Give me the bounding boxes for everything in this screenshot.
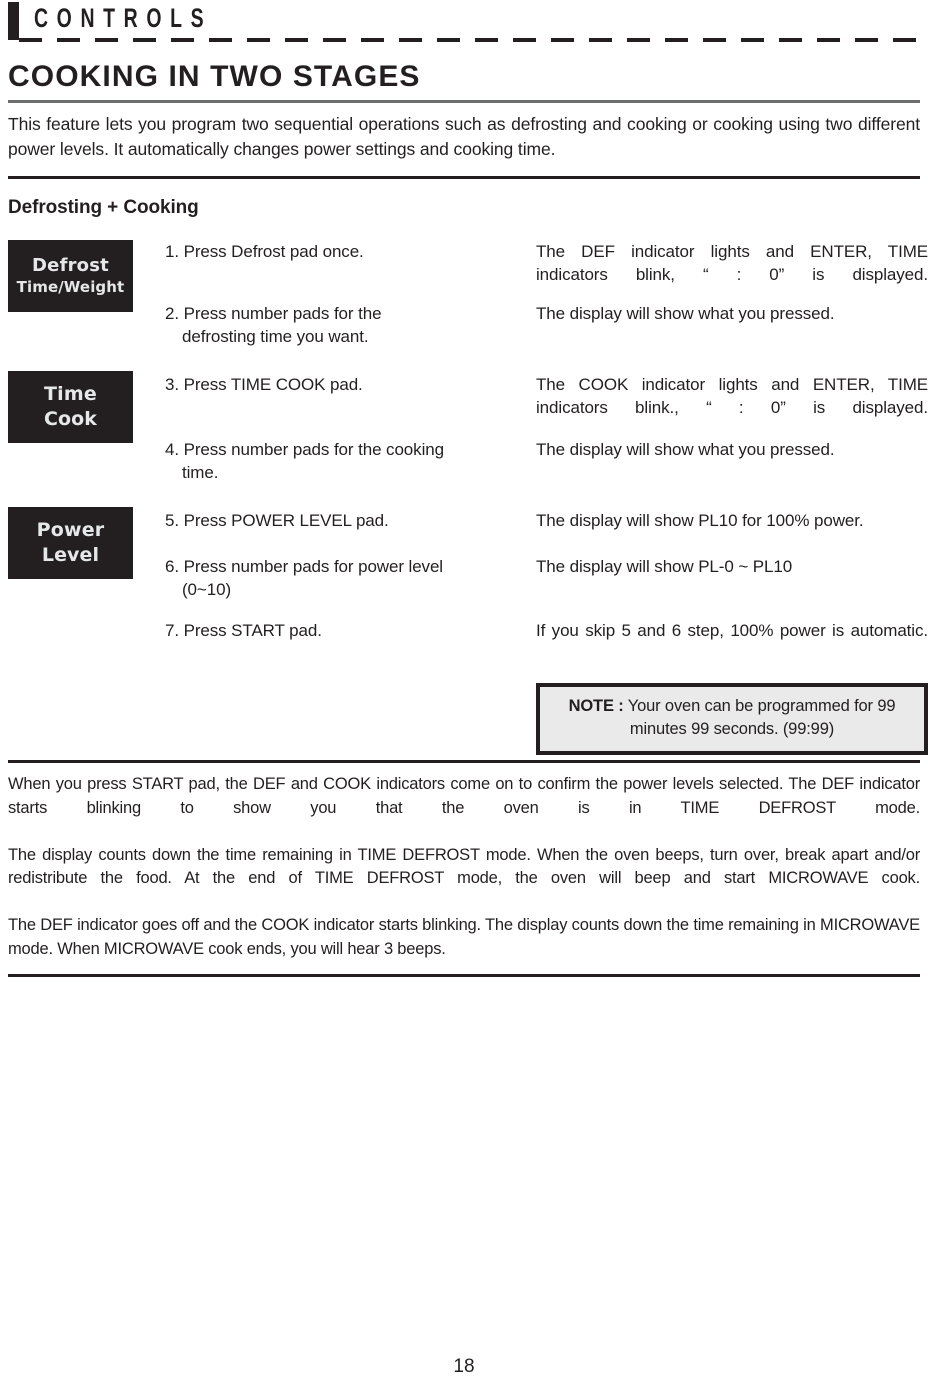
running-head-dashed-rule xyxy=(19,38,920,42)
step-text: Press number pads for power level xyxy=(183,557,443,576)
intro-divider xyxy=(8,176,920,179)
step-number: 5. xyxy=(165,511,179,530)
intro-paragraph: This feature lets you program two sequen… xyxy=(8,114,920,159)
running-head-label: CONTROLS xyxy=(34,3,213,33)
step-number: 6. xyxy=(165,557,179,576)
page: CONTROLS COOKING IN TWO STAGES This feat… xyxy=(0,0,928,1392)
step-result: The COOK indicator lights and ENTER, TIM… xyxy=(536,375,928,417)
power-level-pad-line1: Power xyxy=(36,519,105,541)
time-cook-pad-line1: Time xyxy=(44,383,97,405)
step-text: Press TIME COOK pad. xyxy=(183,375,363,394)
step-result: The display will show what you pressed. xyxy=(536,440,835,459)
step-number: 2. xyxy=(165,304,179,323)
step-row: 1. Press Defrost pad once. xyxy=(165,240,515,263)
step-result: If you skip 5 and 6 step, 100% power is … xyxy=(536,621,928,640)
defrost-pad[interactable]: Defrost Time/Weight xyxy=(8,240,133,312)
title-underline xyxy=(8,100,920,103)
step-text: Press START pad. xyxy=(183,621,322,640)
step-result: The display will show what you pressed. xyxy=(536,304,835,323)
time-cook-pad-line2: Cook xyxy=(43,408,98,430)
note-text-line1: Your oven can be programmed for 99 xyxy=(627,697,896,715)
step-row: 3. Press TIME COOK pad. xyxy=(165,373,515,396)
page-number: 18 xyxy=(453,1356,475,1377)
step-row: 6. Press number pads for power level (0~… xyxy=(165,555,515,601)
step-number: 7. xyxy=(165,621,179,640)
power-level-pad[interactable]: Power Level xyxy=(8,507,133,579)
closing-copy: When you press START pad, the DEF and CO… xyxy=(8,773,920,961)
procedure-table: Defrost Time/Weight Time Cook Power Leve… xyxy=(8,232,928,755)
step-row: 4. Press number pads for the cooking tim… xyxy=(165,438,515,484)
closing-divider xyxy=(8,974,920,977)
note-first-line: NOTE : Your oven can be programmed for 9… xyxy=(550,695,914,718)
step-result: The DEF indicator lights and ENTER, TIME… xyxy=(536,242,928,284)
step-result: The display will show PL-0 ~ PL10 xyxy=(536,557,793,576)
step-number: 3. xyxy=(165,375,179,394)
closing-paragraph-1: When you press START pad, the DEF and CO… xyxy=(8,775,920,817)
closing-paragraph-3: The DEF indicator goes off and the COOK … xyxy=(8,916,920,958)
step-text-continuation: time. xyxy=(182,463,219,482)
defrost-pad-line2: Time/Weight xyxy=(16,278,125,296)
page-title: COOKING IN TWO STAGES xyxy=(8,60,421,93)
subsection-title: Defrosting + Cooking xyxy=(8,197,199,218)
running-head-bar xyxy=(8,2,19,40)
closing-paragraph-2: The display counts down the time remaini… xyxy=(8,845,920,888)
power-level-pad-line2: Level xyxy=(41,544,100,566)
step-text: Press Defrost pad once. xyxy=(183,242,364,261)
note-box: NOTE : Your oven can be programmed for 9… xyxy=(536,683,928,755)
procedure-divider xyxy=(8,760,920,763)
step-text: Press POWER LEVEL pad. xyxy=(183,511,389,530)
step-text-continuation: defrosting time you want. xyxy=(182,327,369,346)
step-text: Press number pads for the cooking xyxy=(183,440,444,459)
running-head: CONTROLS xyxy=(8,0,920,46)
step-text: Press number pads for the xyxy=(183,304,382,323)
note-text-line2: minutes 99 seconds. (99:99) xyxy=(629,720,835,738)
step-number: 1. xyxy=(165,242,179,261)
time-cook-pad[interactable]: Time Cook xyxy=(8,371,133,443)
step-text-continuation: (0~10) xyxy=(182,580,232,599)
step-row: 2. Press number pads for the defrosting … xyxy=(165,302,515,348)
step-number: 4. xyxy=(165,440,179,459)
defrost-pad-line1: Defrost xyxy=(32,255,109,276)
note-label: NOTE : xyxy=(568,697,624,715)
step-result: The display will show PL10 for 100% powe… xyxy=(536,511,864,530)
step-row: 5. Press POWER LEVEL pad. xyxy=(165,509,515,532)
step-row: 7. Press START pad. xyxy=(165,619,515,642)
